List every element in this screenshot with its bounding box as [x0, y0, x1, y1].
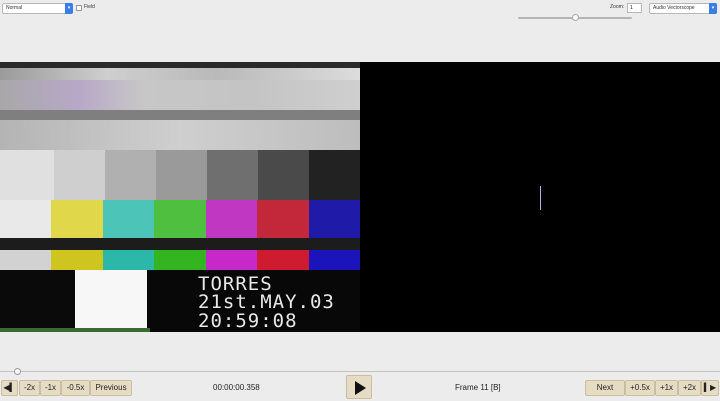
previous-button[interactable]: Previous [90, 380, 132, 396]
lower-area [0, 332, 720, 372]
skip-to-start-icon: ◀▍ [3, 383, 16, 392]
speed-plus-1x-button[interactable]: +1x [655, 380, 678, 396]
chevron-down-icon: ▾ [709, 3, 717, 14]
ramp-bar [105, 150, 156, 200]
top-toolbar: Normal ▾ Field Zoom: 1 Audio Vectorscope… [0, 0, 720, 62]
skip-to-start-button[interactable]: ◀▍ [1, 380, 18, 396]
chevron-down-icon: ▾ [65, 3, 73, 14]
noise-band [0, 80, 360, 110]
colour-bar [154, 200, 207, 238]
colour-bar [0, 200, 52, 238]
colour-bar [205, 250, 258, 270]
vectorscope-trace [540, 186, 541, 210]
speed-plus-2x-button[interactable]: +2x [678, 380, 701, 396]
colour-bar [51, 250, 104, 270]
black-block [0, 270, 75, 332]
colour-bar [154, 250, 207, 270]
osd-time: 20:59:08 [198, 310, 298, 332]
noise-band [0, 68, 360, 80]
speed-minus-2x-button[interactable]: -2x [19, 380, 40, 396]
ramp-bar [309, 150, 360, 200]
colour-bar [205, 200, 258, 238]
mode-select-value: Normal [6, 5, 23, 11]
speed-plus-half-button[interactable]: +0.5x [625, 380, 655, 396]
colour-bar [51, 200, 104, 238]
speed-minus-half-button[interactable]: -0.5x [61, 380, 90, 396]
play-icon [355, 381, 366, 395]
white-block [75, 270, 147, 332]
osd-date: 21st.MAY.03 [198, 291, 335, 313]
audio-vectorscope [360, 62, 720, 332]
ramp-bar [258, 150, 309, 200]
play-button[interactable] [346, 375, 372, 399]
next-button[interactable]: Next [585, 380, 625, 396]
ramp-bar [207, 150, 258, 200]
scope-select-value: Audio Vectorscope [653, 5, 695, 11]
colour-bar [257, 200, 310, 238]
skip-to-end-icon: ▍▶ [703, 383, 717, 392]
timeline-track[interactable] [0, 371, 720, 372]
speed-minus-1x-button[interactable]: -1x [40, 380, 61, 396]
time-readout: 00:00:00.358 [213, 383, 260, 392]
viewer: TORRES 21st.MAY.03 20:59:08 [0, 62, 720, 332]
ramp-bar [0, 150, 54, 200]
field-checkbox[interactable] [76, 5, 82, 11]
video-frame: TORRES 21st.MAY.03 20:59:08 [0, 62, 360, 332]
zoom-label: Zoom: [610, 4, 625, 10]
skip-to-end-button[interactable]: ▍▶ [701, 380, 719, 396]
noise-band [0, 110, 360, 120]
colour-bar [102, 200, 155, 238]
colour-bar [0, 250, 52, 270]
colour-bar [308, 200, 360, 238]
mode-select[interactable]: Normal ▾ [2, 3, 73, 14]
noise-band [0, 120, 360, 150]
colour-bar [102, 250, 155, 270]
zoom-field[interactable]: 1 [627, 3, 642, 13]
ramp-bar [156, 150, 207, 200]
scope-select[interactable]: Audio Vectorscope ▾ [649, 3, 717, 14]
field-label: Field [84, 4, 95, 10]
timeline-knob[interactable] [14, 368, 22, 375]
colour-bar [308, 250, 360, 270]
colour-bar [257, 250, 310, 270]
scope-gain-slider-knob[interactable] [571, 14, 579, 21]
ramp-bar [54, 150, 105, 200]
frame-readout: Frame 11 [B] [455, 383, 501, 392]
